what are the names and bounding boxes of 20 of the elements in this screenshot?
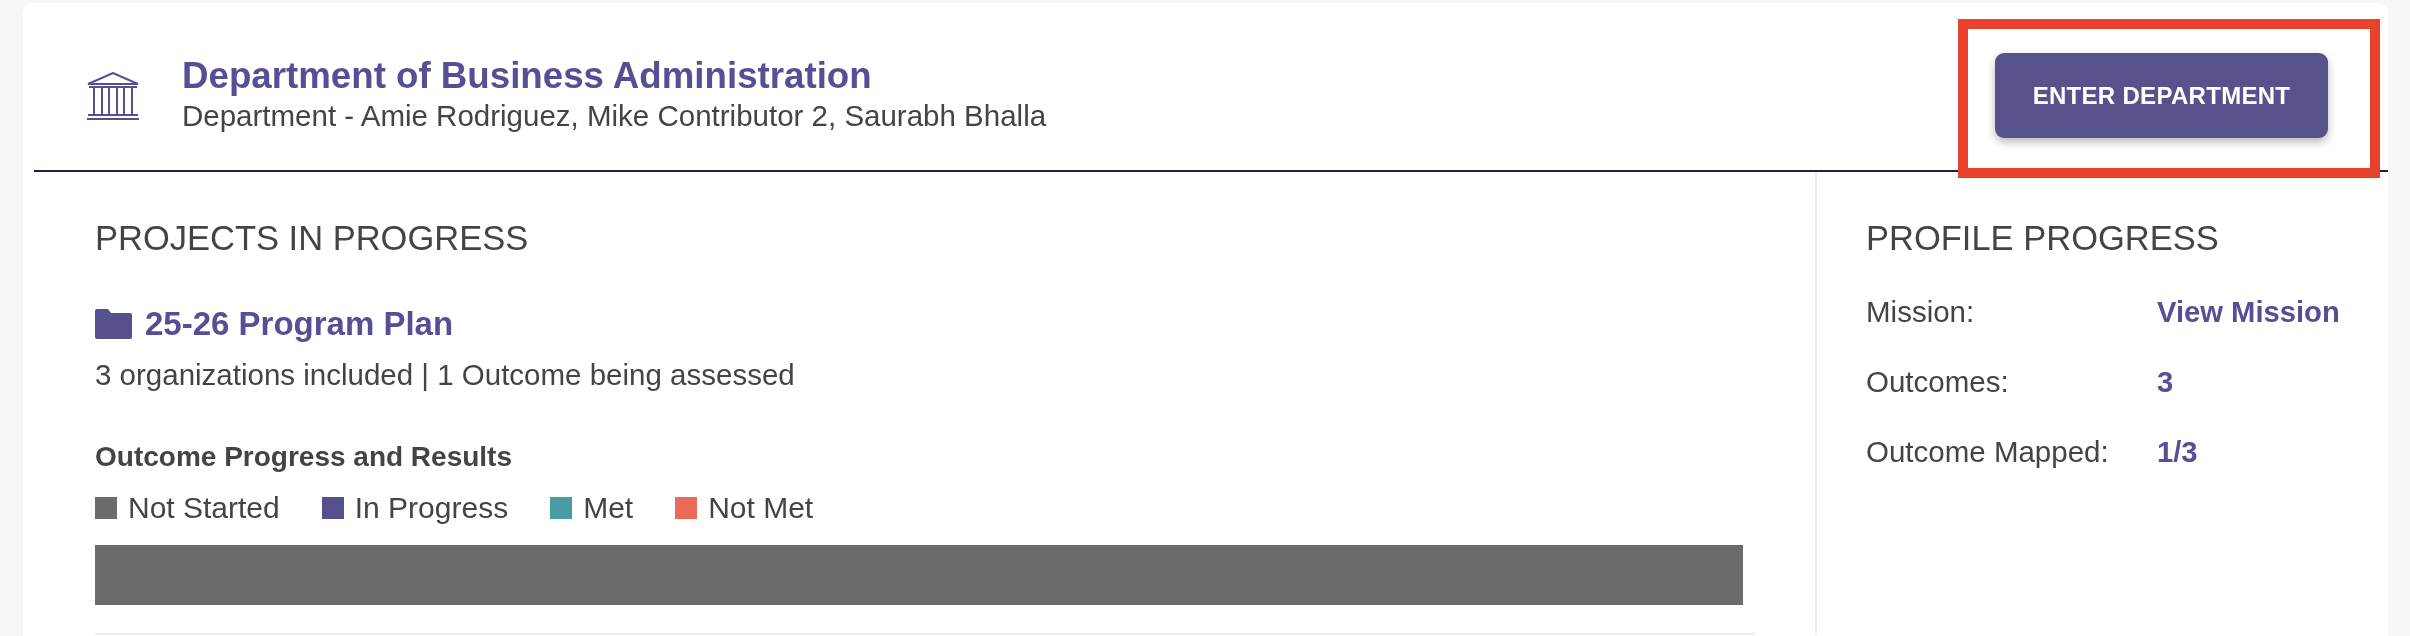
institution-icon xyxy=(86,71,140,120)
field-label: Outcomes: xyxy=(1866,365,2010,399)
results-heading: Outcome Progress and Results xyxy=(95,440,513,474)
field-value-link[interactable]: 1/3 xyxy=(2157,435,2198,469)
department-title: Department of Business Administration xyxy=(182,55,873,98)
field-value-link[interactable]: View Mission xyxy=(2157,295,2340,329)
project-title-link[interactable]: 25-26 Program Plan xyxy=(145,305,454,343)
legend-label: Not Met xyxy=(708,491,814,525)
legend-label: Met xyxy=(583,491,634,525)
field-value-link[interactable]: 3 xyxy=(2157,365,2174,399)
field-label: Outcome Mapped: xyxy=(1866,435,2110,469)
folder-icon xyxy=(95,309,132,339)
project-summary: 3 organizations included | 1 Outcome being assessed xyxy=(95,357,796,392)
enter-department-button[interactable]: ENTER DEPARTMENT xyxy=(1995,53,2328,138)
section-heading: PROJECTS IN PROGRESS xyxy=(95,219,530,257)
legend-label: In Progress xyxy=(354,491,509,525)
field-label: Mission: xyxy=(1866,295,1976,329)
section-heading: PROFILE PROGRESS xyxy=(1866,219,2220,257)
department-members: Department - Amie Rodriguez, Mike Contributor 2, Saurabh Bhalla xyxy=(182,98,1048,135)
legend-label: Not Started xyxy=(128,491,280,525)
